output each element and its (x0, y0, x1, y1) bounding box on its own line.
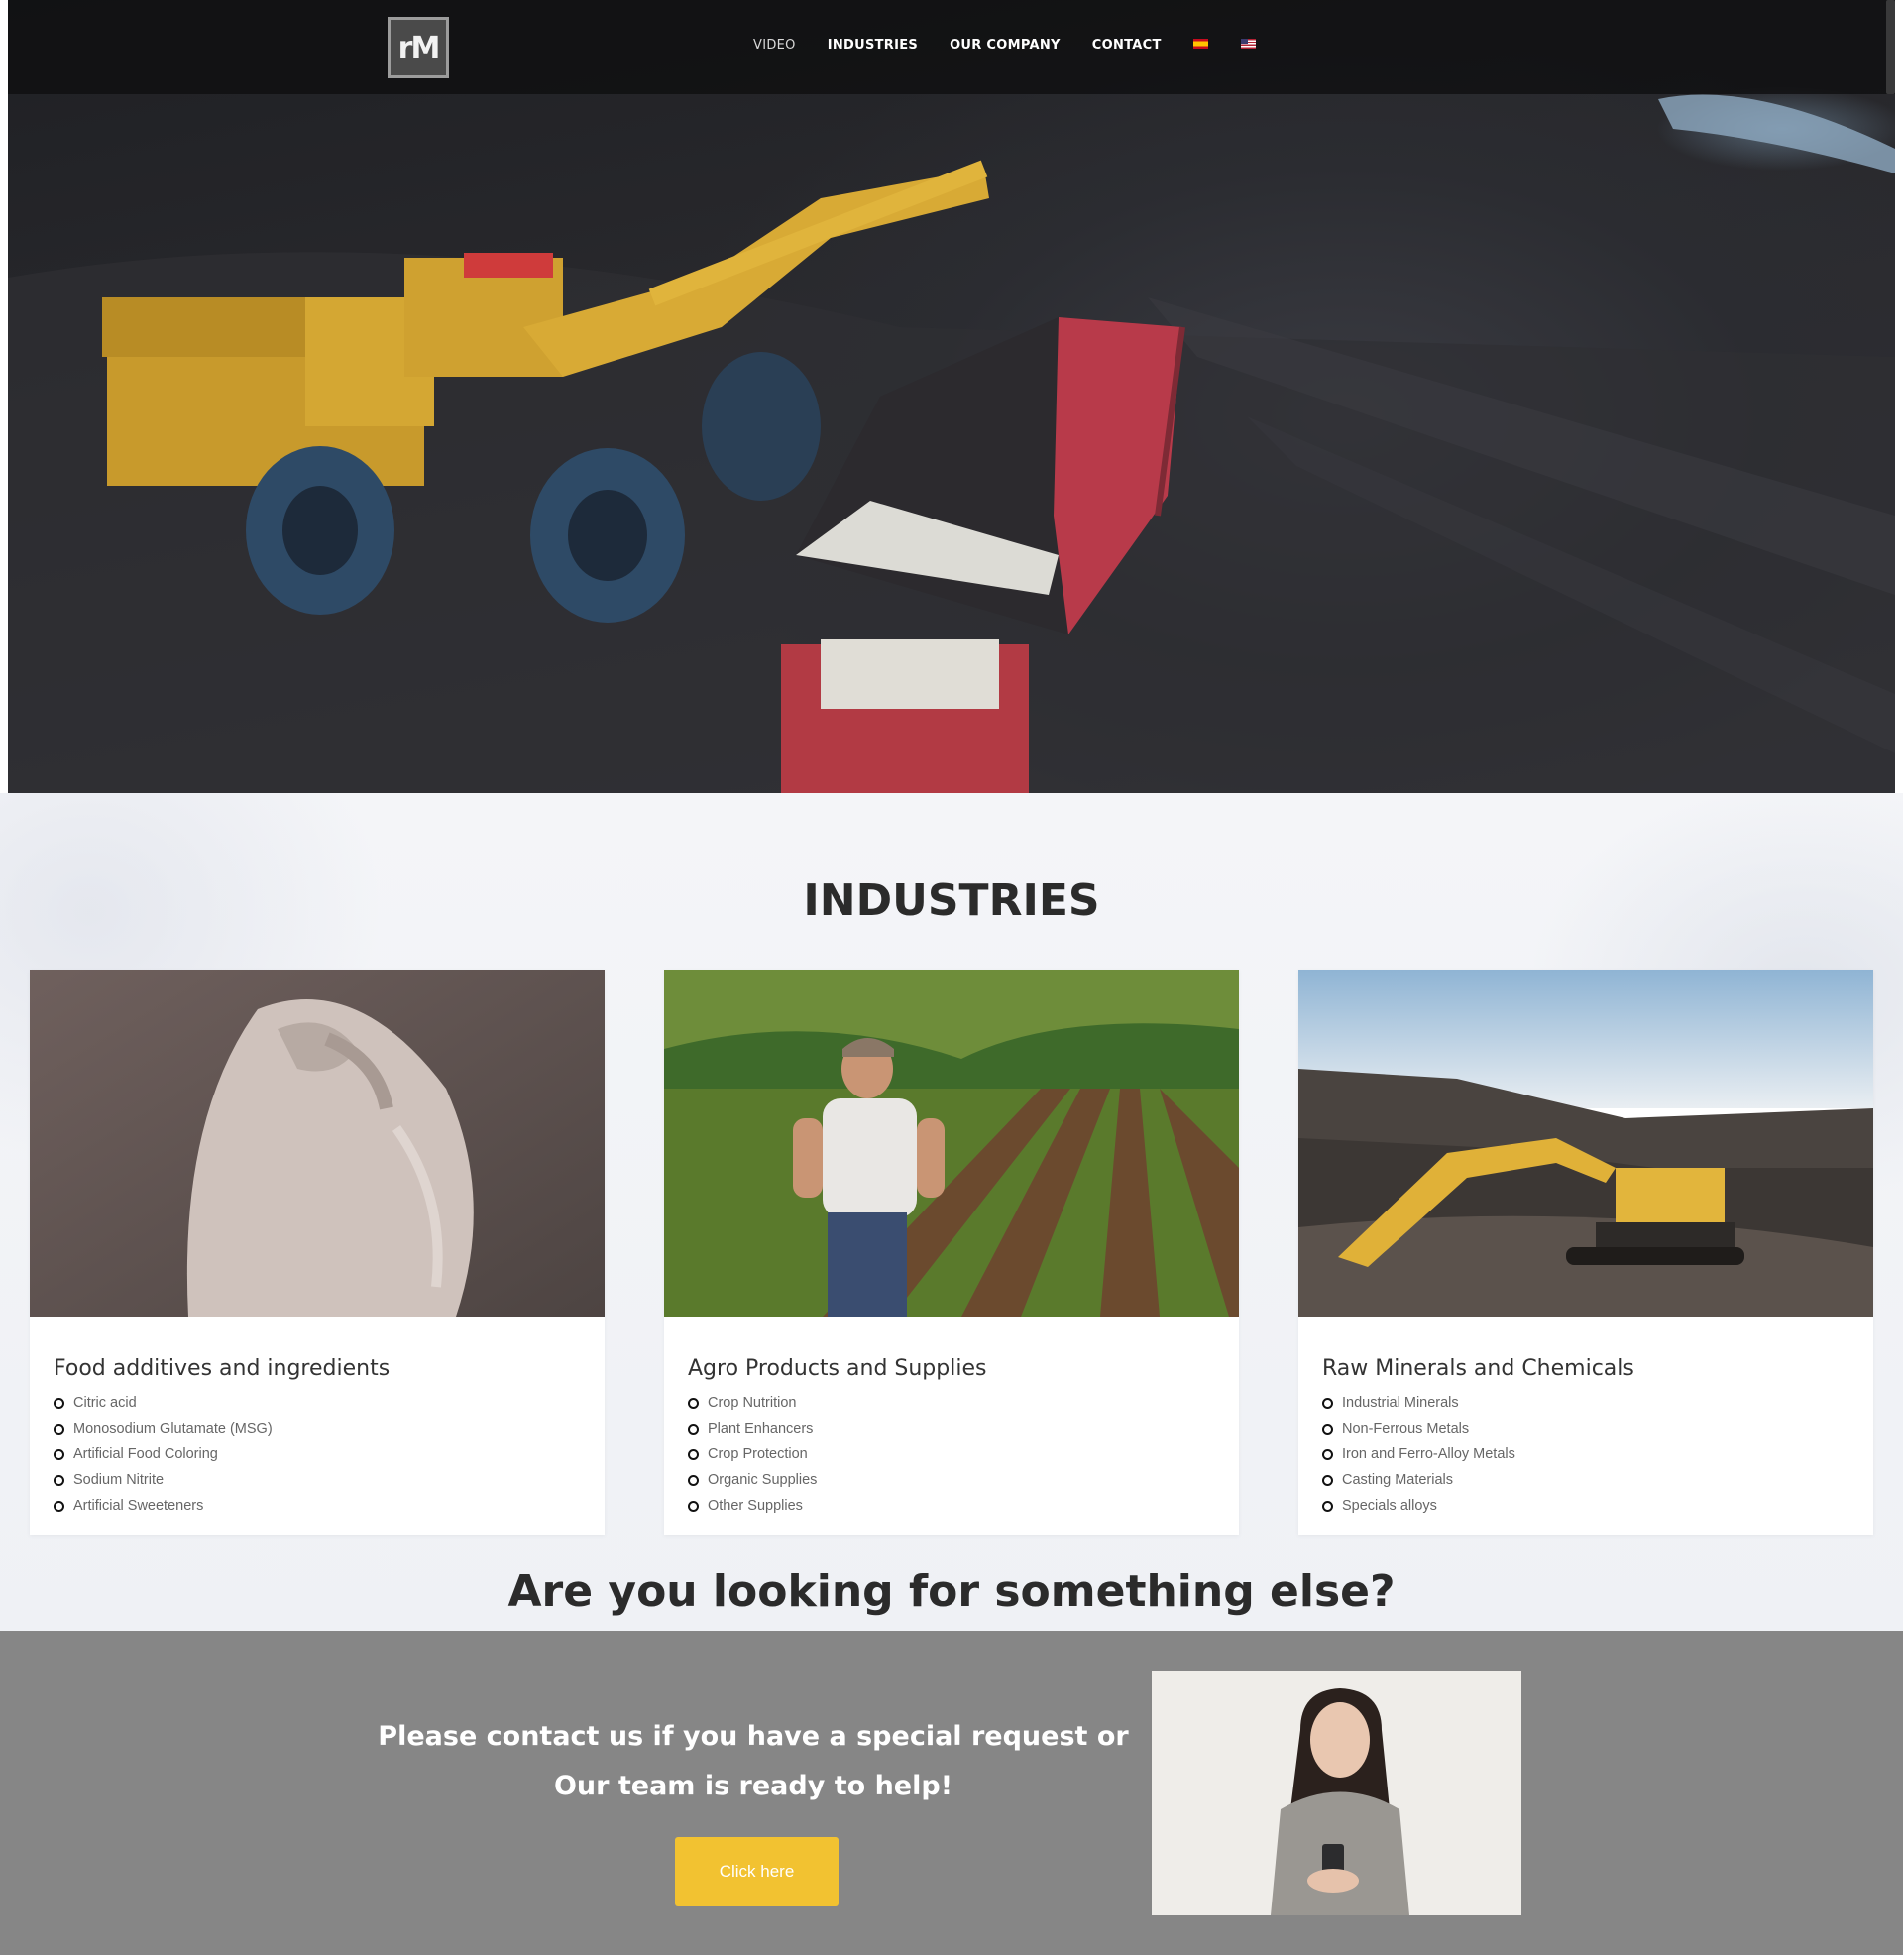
main-nav: VIDEO INDUSTRIES OUR COMPANY CONTACT (753, 38, 1288, 53)
list-item: Non-Ferrous Metals (1322, 1416, 1515, 1441)
list-item: Plant Enhancers (688, 1416, 817, 1441)
list-item: Citric acid (54, 1390, 273, 1416)
list-item: Crop Protection (688, 1441, 817, 1467)
industry-card-food[interactable]: Food additives and ingredients Citric ac… (30, 970, 605, 1535)
us-flag-icon[interactable] (1240, 38, 1256, 49)
food-card-title: Food additives and ingredients (54, 1356, 391, 1381)
minerals-card-image (1298, 970, 1873, 1317)
list-item: Specials alloys (1322, 1493, 1515, 1519)
nav-contact[interactable]: CONTACT (1092, 38, 1162, 53)
es-flag-icon[interactable] (1192, 38, 1208, 49)
contact-section: Please contact us if you have a special … (0, 1631, 1903, 1955)
hero-video[interactable] (8, 0, 1895, 793)
minerals-card-list: Industrial Minerals Non-Ferrous Metals I… (1322, 1390, 1515, 1519)
industries-title: INDUSTRIES (803, 875, 1100, 926)
logo[interactable]: rM (388, 17, 449, 78)
list-item: Artificial Food Coloring (54, 1441, 273, 1467)
list-item: Monosodium Glutamate (MSG) (54, 1416, 273, 1441)
contact-photo (1152, 1671, 1521, 1915)
industries-section: INDUSTRIES Food additives and ingredient… (0, 793, 1903, 1631)
agro-card-list: Crop Nutrition Plant Enhancers Crop Prot… (688, 1390, 817, 1519)
agro-card-title: Agro Products and Supplies (688, 1356, 987, 1381)
list-item: Sodium Nitrite (54, 1467, 273, 1493)
looking-title: Are you looking for something else? (507, 1566, 1396, 1617)
list-item: Organic Supplies (688, 1467, 817, 1493)
industry-card-minerals[interactable]: Raw Minerals and Chemicals Industrial Mi… (1298, 970, 1873, 1535)
contact-text: Please contact us if you have a special … (307, 1712, 1199, 1811)
nav-video[interactable]: VIDEO (753, 38, 796, 53)
list-item: Iron and Ferro-Alloy Metals (1322, 1441, 1515, 1467)
list-item: Other Supplies (688, 1493, 817, 1519)
contact-line-1: Please contact us if you have a special … (378, 1721, 1129, 1752)
hero-scene-image (8, 94, 1895, 793)
list-item: Industrial Minerals (1322, 1390, 1515, 1416)
logo-text: rM (397, 30, 441, 65)
site-header: rM VIDEO INDUSTRIES OUR COMPANY CONTACT (8, 0, 1895, 94)
industry-card-agro[interactable]: Agro Products and Supplies Crop Nutritio… (664, 970, 1239, 1535)
nav-industries[interactable]: INDUSTRIES (828, 38, 918, 53)
list-item: Artificial Sweeteners (54, 1493, 273, 1519)
click-here-button[interactable]: Click here (675, 1837, 839, 1906)
agro-card-image (664, 970, 1239, 1317)
nav-our-company[interactable]: OUR COMPANY (950, 38, 1061, 53)
food-card-image (30, 970, 605, 1317)
minerals-card-title: Raw Minerals and Chemicals (1322, 1356, 1634, 1381)
list-item: Crop Nutrition (688, 1390, 817, 1416)
list-item: Casting Materials (1322, 1467, 1515, 1493)
page: rM VIDEO INDUSTRIES OUR COMPANY CONTACT … (0, 0, 1903, 1960)
contact-line-2: Our team is ready to help! (553, 1771, 953, 1801)
food-card-list: Citric acid Monosodium Glutamate (MSG) A… (54, 1390, 273, 1519)
